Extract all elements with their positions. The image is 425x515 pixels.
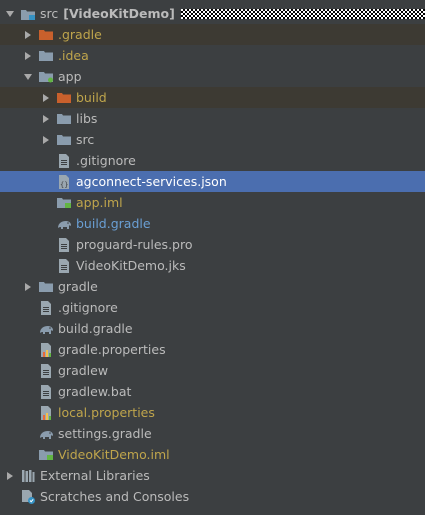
text-file-icon xyxy=(56,153,72,169)
tree-row-libs[interactable]: libs xyxy=(0,108,425,129)
project-tree: src [VideoKitDemo] .gradle .idea app bui… xyxy=(0,0,425,515)
tree-row-file[interactable]: .gitignore xyxy=(0,297,425,318)
tree-item-label: .gitignore xyxy=(76,153,136,168)
folder-icon xyxy=(38,48,54,64)
tree-row-app[interactable]: app xyxy=(0,66,425,87)
tree-item-label: settings.gradle xyxy=(58,426,152,441)
expand-arrow-icon[interactable] xyxy=(40,134,52,146)
text-file-icon xyxy=(38,363,54,379)
collapse-arrow-icon[interactable] xyxy=(22,71,34,83)
tree-row-file[interactable]: gradle.properties xyxy=(0,339,425,360)
module-folder-icon xyxy=(20,6,36,22)
tree-item-label: agconnect-services.json xyxy=(76,174,227,189)
expand-arrow-icon[interactable] xyxy=(4,470,16,482)
excluded-folder-icon xyxy=(56,90,72,106)
tree-item-label: build.gradle xyxy=(76,216,151,231)
scratches-icon xyxy=(20,489,36,505)
root-folder-label: src xyxy=(40,6,59,21)
tree-row-file[interactable]: settings.gradle xyxy=(0,423,425,444)
tree-item-label: app.iml xyxy=(76,195,123,210)
tree-row-file[interactable]: build.gradle xyxy=(0,213,425,234)
svg-text:{}: {} xyxy=(60,181,68,189)
properties-file-icon xyxy=(38,342,54,358)
tree-item-label: app xyxy=(58,69,82,84)
tree-row-idea[interactable]: .idea xyxy=(0,45,425,66)
folder-icon xyxy=(56,132,72,148)
expand-arrow-icon[interactable] xyxy=(22,29,34,41)
tree-row-selected[interactable]: {} agconnect-services.json xyxy=(0,171,425,192)
tree-row-gradle-folder[interactable]: gradle xyxy=(0,276,425,297)
tree-item-label: Scratches and Consoles xyxy=(40,489,190,504)
tree-item-label: libs xyxy=(76,111,98,126)
tree-item-label: gradle xyxy=(58,279,98,294)
module-file-icon xyxy=(38,447,54,463)
tree-row-root[interactable]: src [VideoKitDemo] xyxy=(0,3,425,24)
properties-file-icon xyxy=(38,405,54,421)
tree-row-file[interactable]: app.iml xyxy=(0,192,425,213)
gradle-elephant-icon xyxy=(56,216,72,232)
expand-arrow-icon[interactable] xyxy=(22,281,34,293)
tree-item-label: External Libraries xyxy=(40,468,150,483)
tree-row-src[interactable]: src xyxy=(0,129,425,150)
tree-item-label: gradlew.bat xyxy=(58,384,132,399)
tree-item-label: .gradle xyxy=(58,27,102,42)
root-module-label: [VideoKitDemo] xyxy=(63,6,175,21)
tree-item-label: VideoKitDemo.iml xyxy=(58,447,170,462)
tree-row-file[interactable]: .gitignore xyxy=(0,150,425,171)
expand-arrow-icon[interactable] xyxy=(22,50,34,62)
redacted-path xyxy=(180,8,425,19)
folder-icon xyxy=(56,111,72,127)
tree-row-scratches[interactable]: Scratches and Consoles xyxy=(0,486,425,507)
tree-item-label: gradle.properties xyxy=(58,342,166,357)
tree-item-label: gradlew xyxy=(58,363,109,378)
tree-row-file[interactable]: VideoKitDemo.jks xyxy=(0,255,425,276)
tree-item-label: src xyxy=(76,132,95,147)
tree-row-file[interactable]: gradlew xyxy=(0,360,425,381)
expand-arrow-icon[interactable] xyxy=(40,113,52,125)
tree-row-gradle-dir[interactable]: .gradle xyxy=(0,24,425,45)
tree-item-label: .idea xyxy=(58,48,89,63)
text-file-icon xyxy=(38,300,54,316)
json-file-icon: {} xyxy=(56,174,72,190)
tree-row-build[interactable]: build xyxy=(0,87,425,108)
excluded-folder-icon xyxy=(38,27,54,43)
module-file-icon xyxy=(56,195,72,211)
tree-row-file[interactable]: gradlew.bat xyxy=(0,381,425,402)
folder-icon xyxy=(38,279,54,295)
tree-row-external-libraries[interactable]: External Libraries xyxy=(0,465,425,486)
text-file-icon xyxy=(38,384,54,400)
tree-item-label: local.properties xyxy=(58,405,155,420)
text-file-icon xyxy=(56,258,72,274)
gradle-elephant-icon xyxy=(38,321,54,337)
tree-row-file[interactable]: build.gradle xyxy=(0,318,425,339)
tree-row-file[interactable]: proguard-rules.pro xyxy=(0,234,425,255)
tree-item-label: build xyxy=(76,90,107,105)
tree-item-label: .gitignore xyxy=(58,300,118,315)
module-folder-icon xyxy=(38,69,54,85)
expand-arrow-icon[interactable] xyxy=(40,92,52,104)
collapse-arrow-icon[interactable] xyxy=(4,8,16,20)
library-icon xyxy=(20,468,36,484)
tree-item-label: build.gradle xyxy=(58,321,133,336)
tree-row-file[interactable]: VideoKitDemo.iml xyxy=(0,444,425,465)
gradle-elephant-icon xyxy=(38,426,54,442)
tree-row-file[interactable]: local.properties xyxy=(0,402,425,423)
tree-item-label: VideoKitDemo.jks xyxy=(76,258,186,273)
text-file-icon xyxy=(56,237,72,253)
tree-item-label: proguard-rules.pro xyxy=(76,237,193,252)
